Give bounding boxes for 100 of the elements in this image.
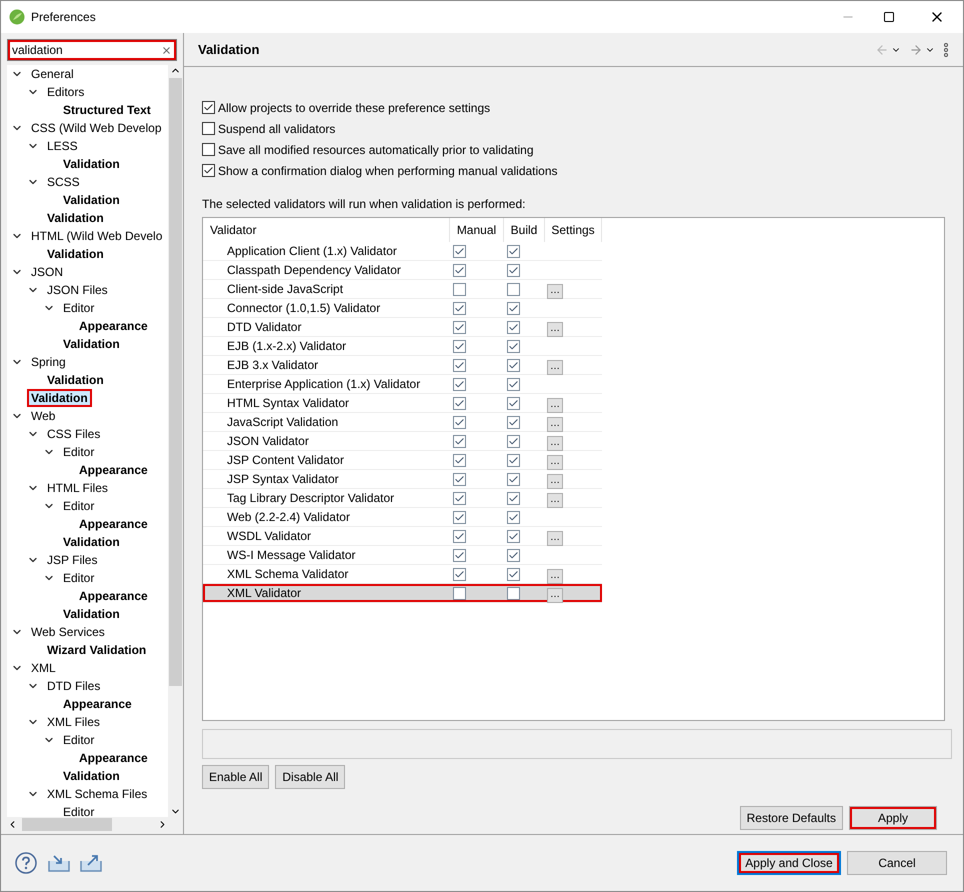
settings-button[interactable]: … xyxy=(547,474,563,488)
settings-button[interactable]: … xyxy=(547,398,563,412)
checkbox[interactable] xyxy=(202,143,215,156)
tree-item[interactable]: LESS xyxy=(43,137,82,155)
tree-item[interactable]: Appearance xyxy=(59,695,136,713)
import-icon[interactable] xyxy=(47,853,71,873)
tree-item[interactable]: Validation xyxy=(59,767,124,785)
checkbox[interactable] xyxy=(453,282,466,296)
maximize-icon[interactable] xyxy=(883,11,895,23)
tree-item[interactable]: CSS (Wild Web Develop xyxy=(27,119,166,137)
tree-item[interactable]: Structured Text xyxy=(59,101,155,119)
checkbox[interactable] xyxy=(507,358,520,372)
checkbox[interactable] xyxy=(453,302,466,314)
validator-row[interactable]: XML Validator … xyxy=(203,584,602,603)
checkbox[interactable] xyxy=(453,510,466,524)
settings-button[interactable]: … xyxy=(547,492,563,508)
checkbox[interactable] xyxy=(507,244,520,258)
checkbox[interactable] xyxy=(453,396,466,410)
checkbox[interactable] xyxy=(453,416,466,428)
restore-defaults-button[interactable]: Restore Defaults xyxy=(740,806,843,830)
validator-row[interactable]: JSP Syntax Validator … xyxy=(203,470,602,489)
checkbox[interactable] xyxy=(453,264,466,276)
checkbox[interactable] xyxy=(202,101,215,114)
search-field[interactable]: validation xyxy=(7,39,177,61)
checkbox[interactable] xyxy=(507,340,520,352)
tree-item[interactable]: Editor xyxy=(59,803,98,817)
tree-item[interactable]: Validation xyxy=(27,389,92,407)
tree-item[interactable]: DTD Files xyxy=(43,677,104,695)
tree-item[interactable]: XML xyxy=(27,659,60,677)
checkbox[interactable] xyxy=(507,530,520,542)
validator-row[interactable]: JSON Validator … xyxy=(203,432,602,451)
validator-row[interactable]: Web (2.2-2.4) Validator xyxy=(203,508,602,527)
tree-item[interactable]: Appearance xyxy=(75,515,152,533)
checkbox[interactable] xyxy=(507,454,520,466)
tree-item[interactable]: SCSS xyxy=(43,173,84,191)
checkbox[interactable] xyxy=(507,416,520,428)
checkbox[interactable] xyxy=(507,492,520,504)
tree-item[interactable]: General xyxy=(27,65,78,83)
checkbox[interactable] xyxy=(453,340,466,352)
tree-item[interactable]: Validation xyxy=(59,155,124,173)
table-action-button[interactable]: Enable All xyxy=(202,765,270,789)
checkbox[interactable] xyxy=(507,472,520,486)
validator-row[interactable]: WS-I Message Validator xyxy=(203,546,602,565)
validator-row[interactable]: EJB 3.x Validator … xyxy=(203,356,602,375)
tree-item[interactable]: Validation xyxy=(59,191,124,209)
validator-row[interactable]: Classpath Dependency Validator xyxy=(203,261,602,280)
tree-item[interactable]: Validation xyxy=(43,245,108,263)
checkbox[interactable] xyxy=(507,510,520,524)
tree-item[interactable]: CSS Files xyxy=(43,425,104,443)
checkbox[interactable] xyxy=(507,282,520,296)
checkbox[interactable] xyxy=(507,378,520,390)
checkbox[interactable] xyxy=(453,472,466,486)
tree-item[interactable]: XML Schema Files xyxy=(43,785,152,803)
checkbox[interactable] xyxy=(453,586,466,600)
validator-row[interactable]: Connector (1.0,1.5) Validator xyxy=(203,299,602,318)
menu-icon[interactable] xyxy=(943,42,949,56)
validator-row[interactable]: Tag Library Descriptor Validator … xyxy=(203,489,602,508)
checkbox[interactable] xyxy=(202,164,215,177)
tree-item[interactable]: JSP Files xyxy=(43,551,102,569)
tree-item[interactable]: Validation xyxy=(43,371,108,389)
tree-item[interactable]: Validation xyxy=(43,209,108,227)
validator-row[interactable]: HTML Syntax Validator … xyxy=(203,394,602,413)
apply-button[interactable]: Apply xyxy=(849,806,937,830)
tree-item[interactable]: XML Files xyxy=(43,713,104,731)
settings-button[interactable]: … xyxy=(547,436,563,450)
column-header[interactable]: Validator xyxy=(203,218,450,242)
tree-item[interactable]: Editor xyxy=(59,731,98,749)
tree-item[interactable]: Editor xyxy=(59,497,98,515)
checkbox[interactable] xyxy=(202,122,215,135)
cancel-button[interactable]: Cancel xyxy=(847,851,947,875)
settings-button[interactable]: … xyxy=(547,568,563,584)
tree-item[interactable]: Editor xyxy=(59,569,98,587)
checkbox[interactable] xyxy=(453,548,466,562)
settings-button[interactable]: … xyxy=(547,588,563,602)
checkbox[interactable] xyxy=(507,264,520,276)
settings-button[interactable]: … xyxy=(547,360,563,374)
validator-row[interactable]: JSP Content Validator … xyxy=(203,451,602,470)
validator-row[interactable]: JavaScript Validation … xyxy=(203,413,602,432)
column-header[interactable]: Settings xyxy=(545,218,602,242)
settings-button[interactable]: … xyxy=(547,454,563,470)
checkbox[interactable] xyxy=(507,320,520,334)
validator-row[interactable]: WSDL Validator … xyxy=(203,527,602,546)
tree-item[interactable]: Validation xyxy=(59,533,124,551)
tree-item[interactable]: Appearance xyxy=(75,461,152,479)
tree-item[interactable]: JSON Files xyxy=(43,281,112,299)
checkbox[interactable] xyxy=(453,378,466,390)
checkbox[interactable] xyxy=(507,302,520,314)
validator-row[interactable]: EJB (1.x-2.x) Validator xyxy=(203,337,602,356)
tree-item[interactable]: Appearance xyxy=(75,317,152,335)
settings-button[interactable]: … xyxy=(547,416,563,432)
tree-item[interactable]: HTML (Wild Web Develo xyxy=(27,227,166,245)
checkbox[interactable] xyxy=(453,492,466,504)
tree-item[interactable]: Appearance xyxy=(75,587,152,605)
help-icon[interactable] xyxy=(15,852,37,874)
column-header[interactable]: Build xyxy=(504,218,545,242)
checkbox[interactable] xyxy=(453,244,466,258)
settings-button[interactable]: … xyxy=(547,530,563,546)
checkbox[interactable] xyxy=(507,568,520,580)
tree-item[interactable]: Web xyxy=(27,407,60,425)
export-icon[interactable] xyxy=(79,853,103,873)
